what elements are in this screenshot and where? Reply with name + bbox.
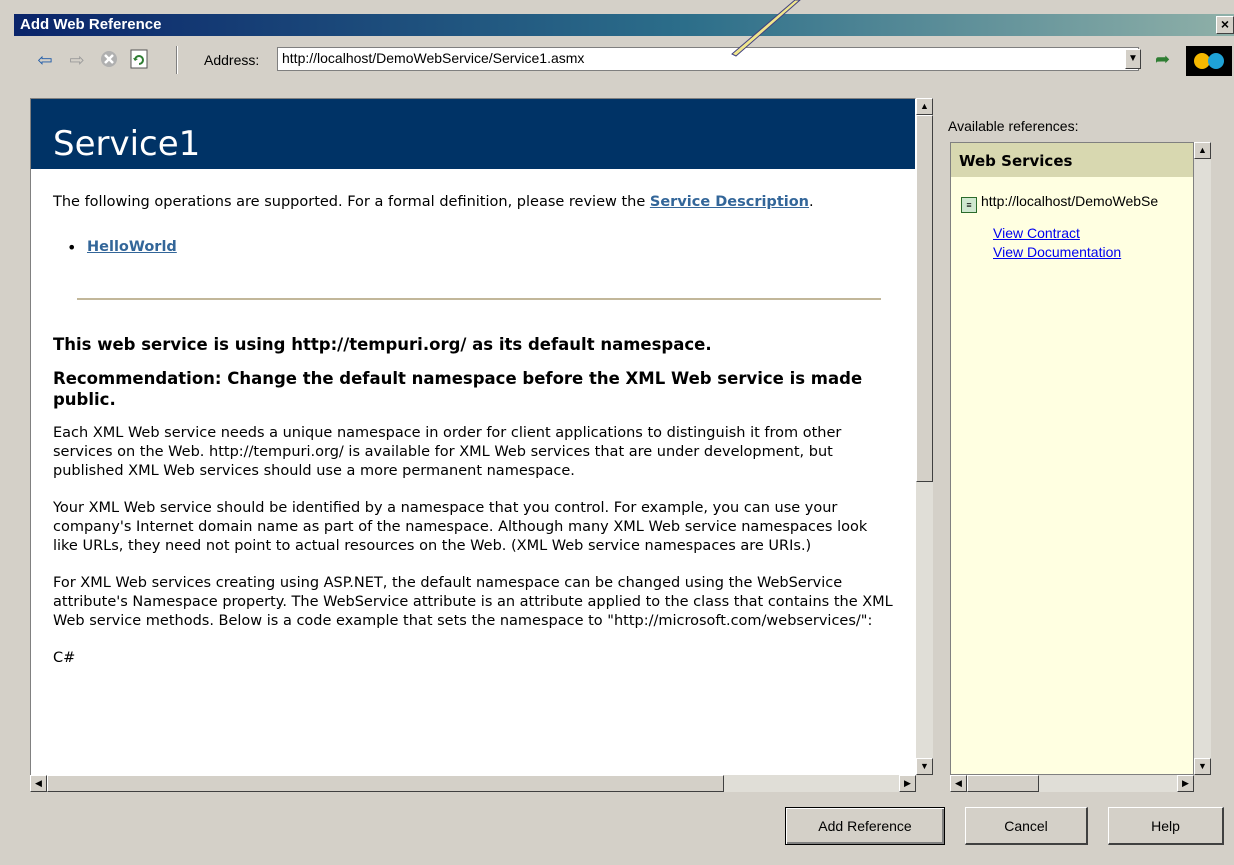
scroll-left-icon[interactable]: ◀ <box>950 775 967 792</box>
forward-icon[interactable]: ⇨ <box>66 49 88 71</box>
intro-paragraph: The following operations are supported. … <box>53 193 893 212</box>
visual-studio-logo <box>1184 44 1234 78</box>
scroll-thumb[interactable] <box>916 115 933 482</box>
reference-url: http://localhost/DemoWebSe <box>981 193 1159 209</box>
cancel-button[interactable]: Cancel <box>965 807 1088 845</box>
web-service-icon: ≡ <box>961 197 977 213</box>
stop-icon[interactable] <box>98 49 120 71</box>
references-vertical-scrollbar[interactable]: ▲ ▼ <box>1194 142 1211 775</box>
chevron-down-icon: ▼ <box>1128 53 1138 64</box>
paragraph: Your XML Web service should be identifie… <box>53 500 868 554</box>
code-language-label: C# <box>53 650 76 666</box>
address-input[interactable]: http://localhost/DemoWebService/Service1… <box>277 47 1139 71</box>
list-item: HelloWorld <box>67 238 893 257</box>
address-label: Address: <box>204 52 260 68</box>
go-icon[interactable]: ➦ <box>1155 49 1170 70</box>
paragraph: Each XML Web service needs a unique name… <box>53 425 842 479</box>
close-icon: × <box>1220 16 1230 32</box>
toolbar: ⇦ ⇨ Address: http://localhost/DemoWebSer… <box>14 40 1234 84</box>
reference-item[interactable]: ≡ http://localhost/DemoWebSe <box>961 193 1158 213</box>
service-page-view: Service1 The following operations are su… <box>30 98 916 792</box>
paragraph: For XML Web services creating using ASP.… <box>53 575 893 629</box>
title-bar: Add Web Reference × <box>14 14 1234 36</box>
intro-end: . <box>809 194 814 210</box>
web-services-header: Web Services <box>951 143 1193 177</box>
scroll-thumb[interactable] <box>967 775 1039 792</box>
help-button[interactable]: Help <box>1108 807 1224 845</box>
available-references-label: Available references: <box>948 118 1079 134</box>
view-documentation-link[interactable]: View Documentation <box>993 244 1121 260</box>
service-description-link[interactable]: Service Description <box>650 194 809 210</box>
page-vertical-scrollbar[interactable]: ▲ ▼ <box>916 98 933 775</box>
address-dropdown-button[interactable]: ▼ <box>1125 49 1141 69</box>
scroll-right-icon[interactable]: ▶ <box>899 775 916 792</box>
available-references-panel: Web Services ≡ http://localhost/DemoWebSe… <box>950 142 1194 775</box>
toolbar-separator <box>176 46 178 74</box>
scroll-thumb[interactable] <box>47 775 724 792</box>
divider <box>77 298 881 300</box>
page-horizontal-scrollbar[interactable]: ◀ ▶ <box>30 775 916 792</box>
operation-link-helloworld[interactable]: HelloWorld <box>87 239 177 255</box>
close-button[interactable]: × <box>1216 16 1234 34</box>
scroll-up-icon[interactable]: ▲ <box>1194 142 1211 159</box>
scroll-down-icon[interactable]: ▼ <box>916 758 933 775</box>
scroll-down-icon[interactable]: ▼ <box>1194 758 1211 775</box>
operations-list: HelloWorld <box>67 238 893 257</box>
view-contract-link[interactable]: View Contract <box>993 225 1080 241</box>
recommendation-heading: Recommendation: Change the default names… <box>53 369 863 409</box>
window-title: Add Web Reference <box>20 16 162 33</box>
scroll-left-icon[interactable]: ◀ <box>30 775 47 792</box>
add-reference-button[interactable]: Add Reference <box>785 807 945 845</box>
scroll-up-icon[interactable]: ▲ <box>916 98 933 115</box>
intro-text: The following operations are supported. … <box>53 194 650 210</box>
refresh-icon[interactable] <box>128 49 150 71</box>
references-horizontal-scrollbar[interactable]: ◀ ▶ <box>950 775 1194 792</box>
back-icon[interactable]: ⇦ <box>34 49 56 71</box>
page-title: Service1 <box>31 99 915 169</box>
scroll-right-icon[interactable]: ▶ <box>1177 775 1194 792</box>
namespace-heading: This web service is using http://tempuri… <box>53 335 712 354</box>
